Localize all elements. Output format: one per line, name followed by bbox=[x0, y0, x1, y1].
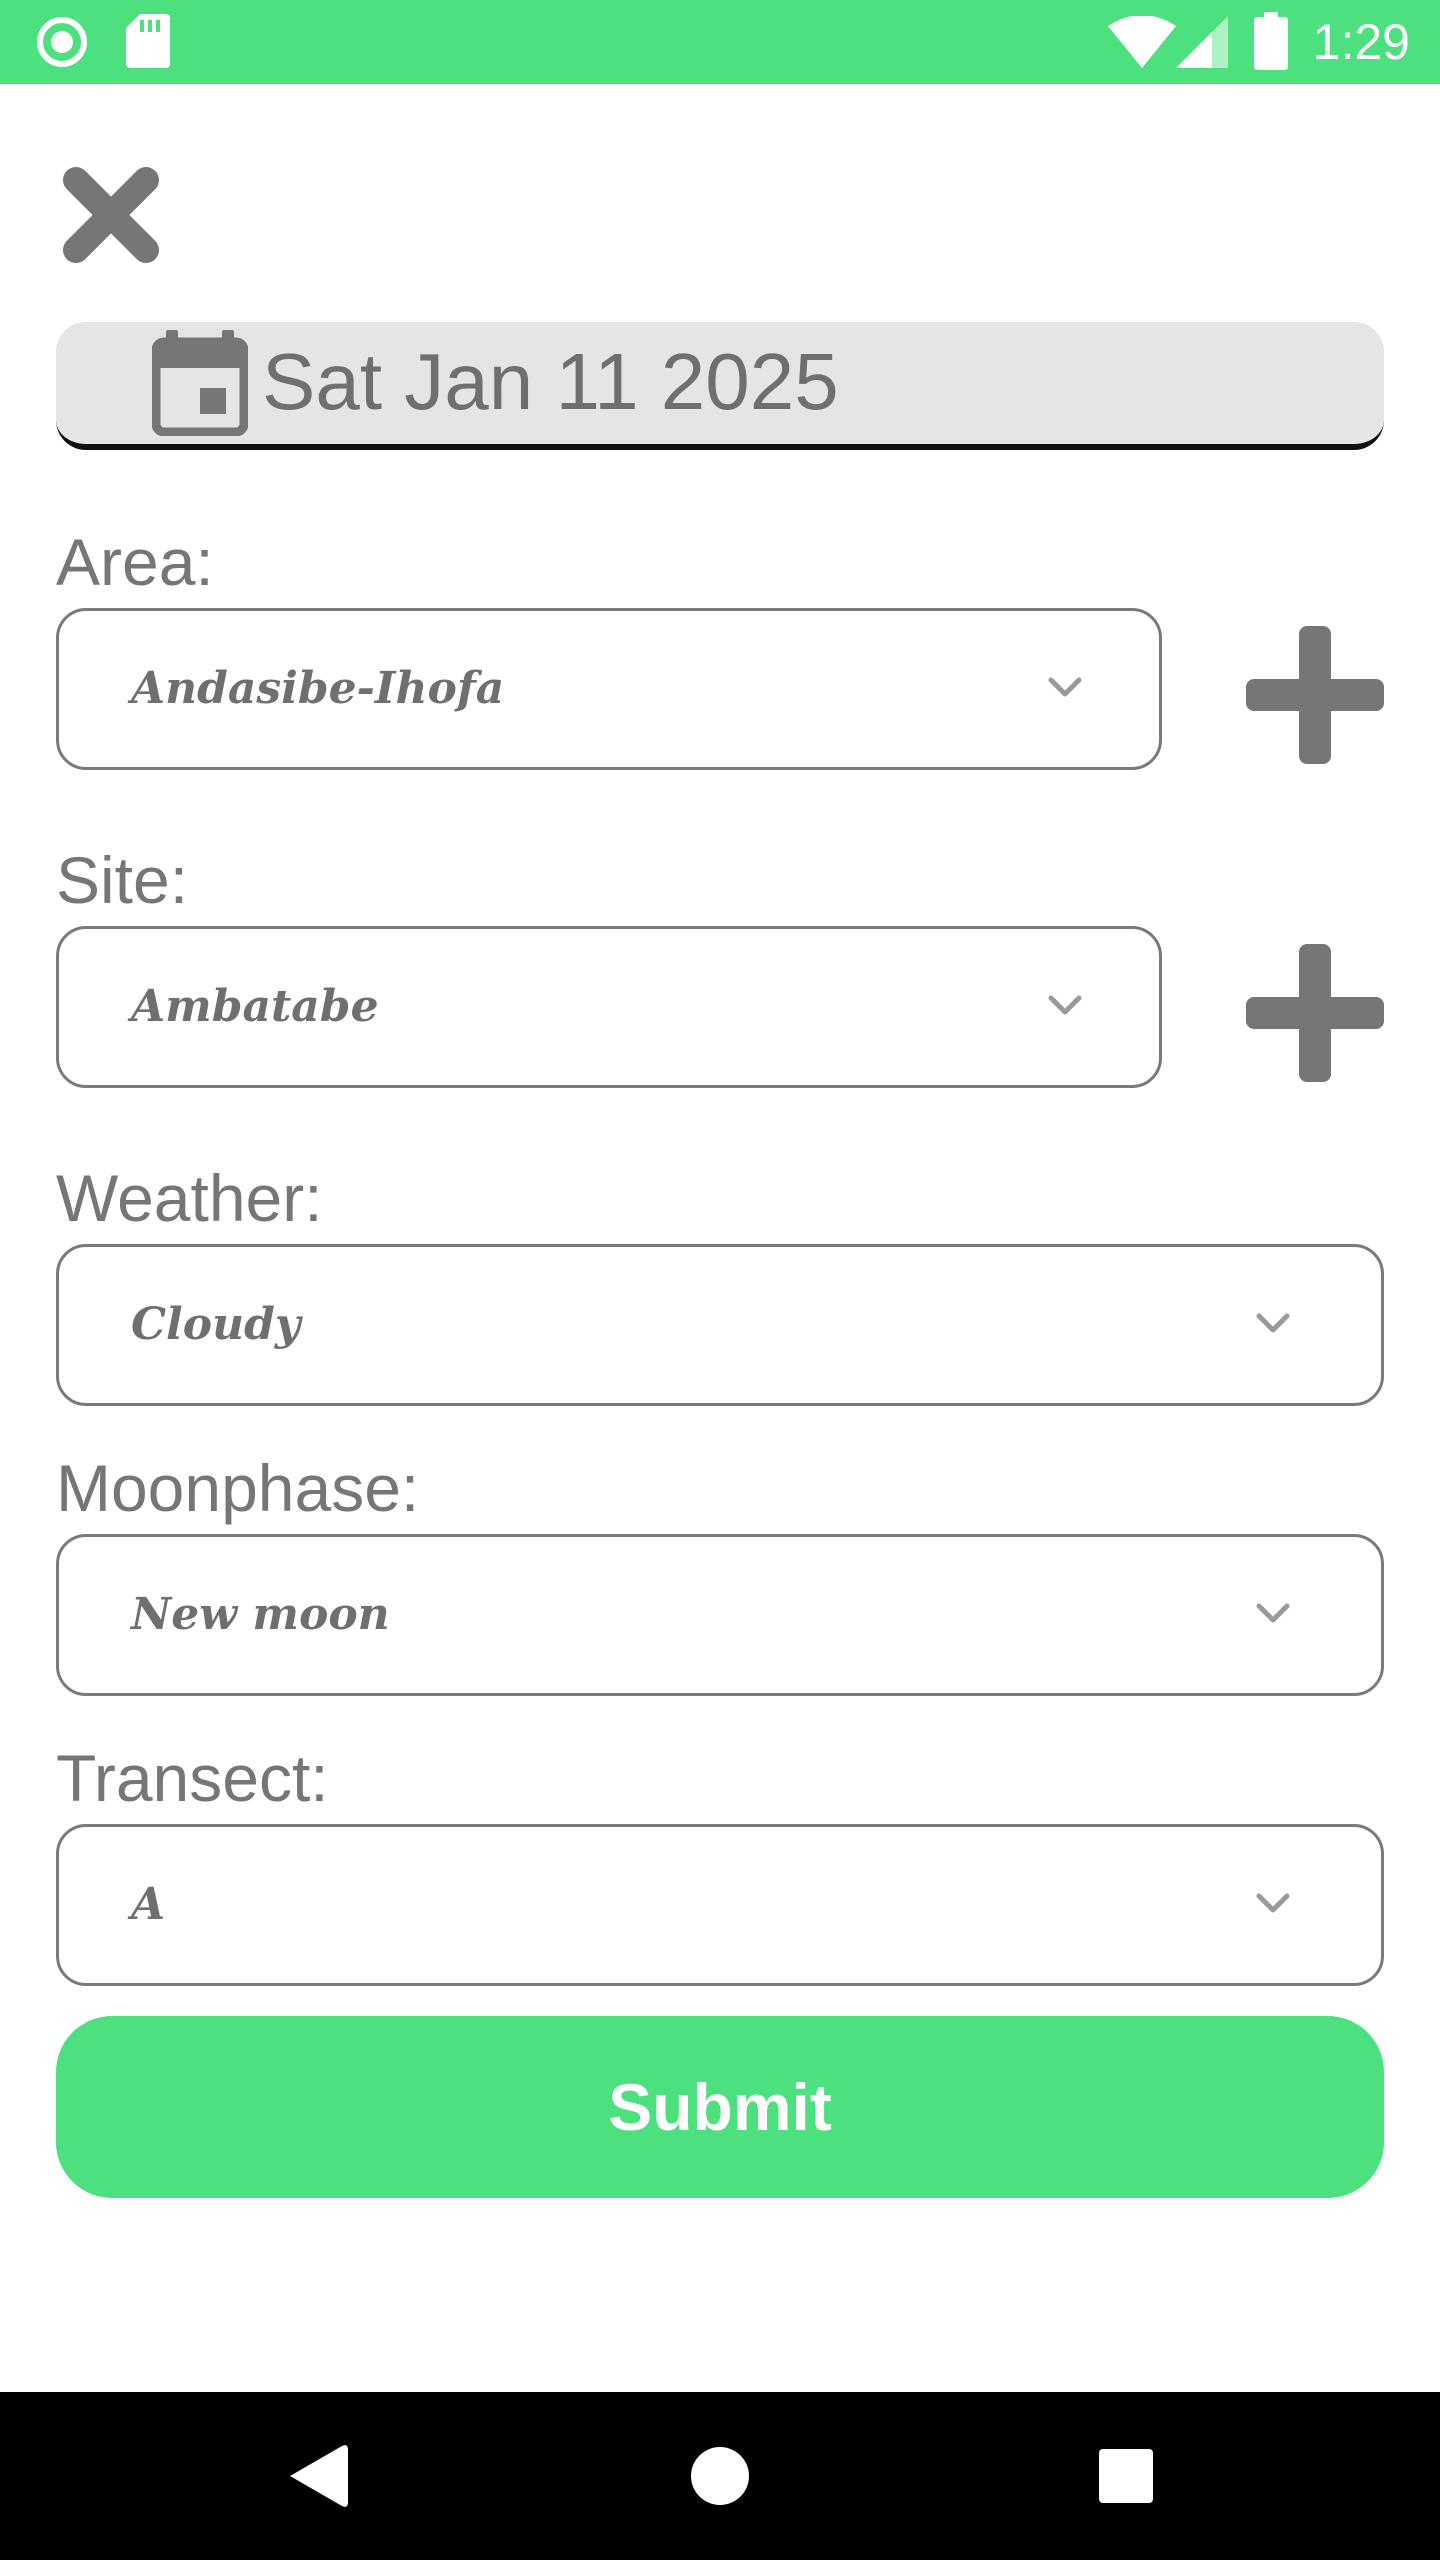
wifi-icon bbox=[1108, 16, 1176, 68]
close-icon bbox=[63, 167, 159, 263]
close-button[interactable] bbox=[58, 162, 164, 268]
date-picker-field[interactable]: Sat Jan 11 2025 bbox=[56, 322, 1384, 450]
plus-icon bbox=[1246, 944, 1384, 1082]
transect-label: Transect: bbox=[56, 1741, 329, 1815]
transect-value: A bbox=[131, 1879, 166, 1930]
weather-value: Cloudy bbox=[131, 1299, 301, 1350]
transect-dropdown[interactable]: A bbox=[56, 1824, 1384, 1986]
area-label: Area: bbox=[56, 525, 214, 599]
date-value: Sat Jan 11 2025 bbox=[262, 337, 839, 426]
site-label: Site: bbox=[56, 843, 189, 917]
submit-button[interactable]: Submit bbox=[56, 2016, 1384, 2198]
home-icon[interactable] bbox=[670, 2426, 770, 2526]
add-area-button[interactable] bbox=[1246, 626, 1384, 764]
site-value: Ambatabe bbox=[131, 981, 379, 1032]
calendar-icon bbox=[152, 330, 248, 436]
add-site-button[interactable] bbox=[1246, 944, 1384, 1082]
battery-icon bbox=[1254, 12, 1288, 70]
cell-signal-icon bbox=[1176, 16, 1228, 68]
weather-label: Weather: bbox=[56, 1161, 323, 1235]
chevron-down-icon bbox=[1048, 995, 1082, 1015]
recents-icon[interactable] bbox=[1076, 2426, 1176, 2526]
back-icon[interactable] bbox=[272, 2426, 372, 2526]
site-dropdown[interactable]: Ambatabe bbox=[56, 926, 1162, 1088]
chevron-down-icon bbox=[1256, 1893, 1290, 1913]
area-dropdown[interactable]: Andasibe-Ihofa bbox=[56, 608, 1162, 770]
chevron-down-icon bbox=[1048, 677, 1082, 697]
moonphase-value: New moon bbox=[131, 1589, 390, 1640]
navigation-bar bbox=[0, 2392, 1440, 2560]
chevron-down-icon bbox=[1256, 1313, 1290, 1333]
record-icon bbox=[37, 17, 87, 67]
area-value: Andasibe-Ihofa bbox=[131, 663, 505, 714]
plus-icon bbox=[1246, 626, 1384, 764]
status-time: 1:29 bbox=[1312, 14, 1410, 70]
weather-dropdown[interactable]: Cloudy bbox=[56, 1244, 1384, 1406]
moonphase-dropdown[interactable]: New moon bbox=[56, 1534, 1384, 1696]
moonphase-label: Moonphase: bbox=[56, 1451, 420, 1525]
chevron-down-icon bbox=[1256, 1603, 1290, 1623]
status-bar: 1:29 bbox=[0, 0, 1440, 84]
sd-card-icon bbox=[126, 14, 170, 68]
